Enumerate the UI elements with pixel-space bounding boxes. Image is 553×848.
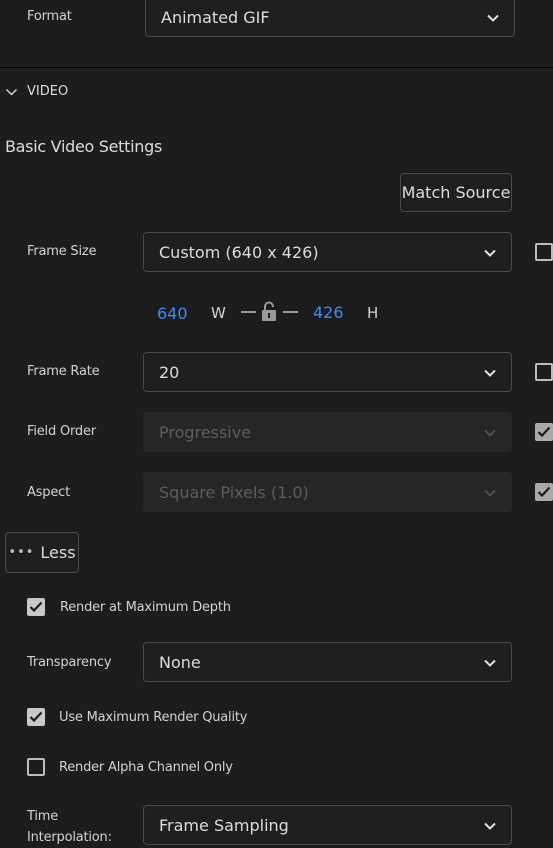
alpha-only-checkbox[interactable] bbox=[27, 758, 45, 776]
render-max-depth-checkbox[interactable] bbox=[27, 598, 45, 616]
width-unit-label: W bbox=[211, 304, 226, 322]
aspect-lock-icon[interactable] bbox=[240, 301, 300, 323]
frame-size-link-checkbox[interactable] bbox=[535, 243, 553, 261]
format-label: Format bbox=[27, 9, 72, 24]
frame-size-value: Custom (640 x 426) bbox=[159, 242, 319, 262]
time-interpolation-value: Frame Sampling bbox=[159, 815, 289, 835]
transparency-value: None bbox=[159, 652, 201, 672]
chevron-down-icon bbox=[483, 246, 497, 260]
match-source-button[interactable]: Match Source bbox=[400, 173, 512, 212]
max-render-quality-checkbox[interactable] bbox=[27, 708, 45, 726]
aspect-link-checkbox[interactable] bbox=[535, 483, 553, 501]
field-order-dropdown: Progressive bbox=[143, 412, 512, 452]
video-section-title: VIDEO bbox=[27, 84, 69, 99]
format-dropdown[interactable]: Animated GIF bbox=[145, 0, 515, 37]
aspect-dropdown: Square Pixels (1.0) bbox=[143, 472, 512, 512]
less-button[interactable]: ••• Less bbox=[5, 532, 79, 573]
time-interpolation-label: Time Interpolation: bbox=[27, 806, 112, 848]
height-value[interactable]: 426 bbox=[313, 303, 344, 322]
chevron-down-icon bbox=[483, 656, 497, 670]
frame-rate-label: Frame Rate bbox=[27, 364, 100, 379]
chevron-down-icon bbox=[486, 11, 500, 25]
field-order-link-checkbox[interactable] bbox=[535, 423, 553, 441]
aspect-label: Aspect bbox=[27, 485, 70, 500]
time-interpolation-label-line2: Interpolation: bbox=[27, 830, 112, 845]
chevron-down-icon bbox=[5, 85, 19, 99]
transparency-label: Transparency bbox=[27, 655, 112, 670]
chevron-down-icon bbox=[483, 366, 497, 380]
field-order-value: Progressive bbox=[159, 422, 252, 442]
chevron-down-icon bbox=[483, 819, 497, 833]
render-max-depth-label: Render at Maximum Depth bbox=[60, 600, 231, 615]
frame-rate-link-checkbox[interactable] bbox=[535, 363, 553, 381]
width-value[interactable]: 640 bbox=[157, 304, 188, 323]
video-section-toggle[interactable]: VIDEO bbox=[5, 84, 68, 99]
field-order-label: Field Order bbox=[27, 424, 96, 439]
frame-size-dropdown[interactable]: Custom (640 x 426) bbox=[143, 232, 512, 272]
frame-rate-dropdown[interactable]: 20 bbox=[143, 352, 512, 392]
frame-rate-value: 20 bbox=[159, 362, 180, 382]
time-interpolation-dropdown[interactable]: Frame Sampling bbox=[143, 805, 512, 845]
aspect-value: Square Pixels (1.0) bbox=[159, 482, 309, 502]
chevron-down-icon bbox=[483, 426, 497, 440]
format-value: Animated GIF bbox=[161, 7, 270, 27]
transparency-dropdown[interactable]: None bbox=[143, 642, 512, 682]
frame-size-label: Frame Size bbox=[27, 244, 97, 259]
ellipsis-icon: ••• bbox=[8, 545, 35, 560]
chevron-down-icon bbox=[483, 486, 497, 500]
section-divider bbox=[0, 67, 553, 68]
alpha-only-label: Render Alpha Channel Only bbox=[59, 760, 233, 775]
basic-video-settings-heading: Basic Video Settings bbox=[5, 137, 162, 156]
max-render-quality-label: Use Maximum Render Quality bbox=[59, 710, 248, 725]
time-interpolation-label-line1: Time bbox=[27, 809, 59, 824]
height-unit-label: H bbox=[367, 304, 379, 322]
less-button-label: Less bbox=[40, 543, 76, 562]
